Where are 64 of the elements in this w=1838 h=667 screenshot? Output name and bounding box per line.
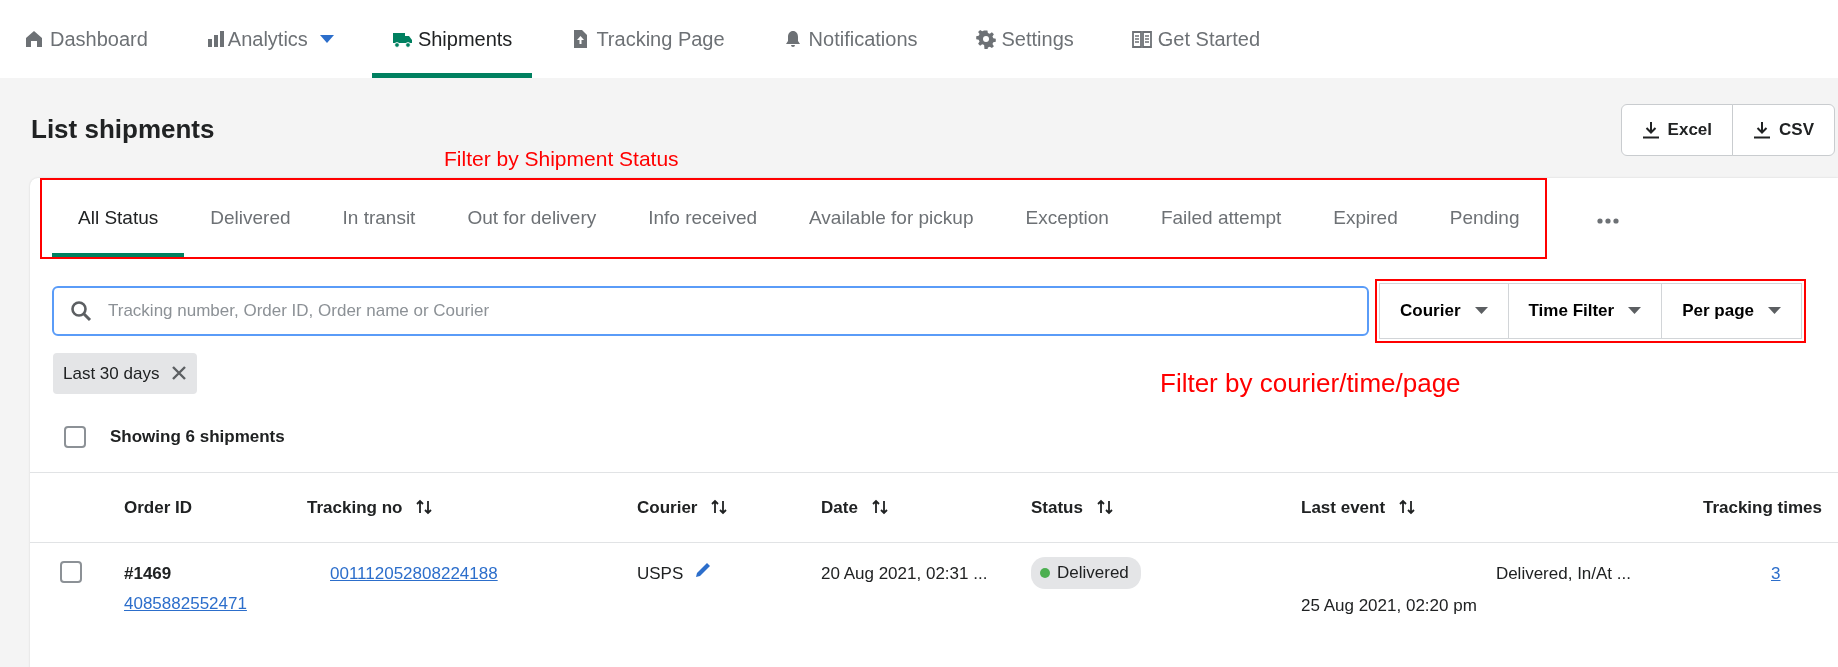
nav-tab[interactable]: Settings (955, 0, 1094, 78)
date-text: 20 Aug 2021, 02:31 ... (821, 564, 988, 583)
export-button[interactable]: CSV (1732, 104, 1835, 156)
column-header[interactable]: Courier (637, 494, 728, 520)
status-badge: Delivered (1031, 557, 1141, 589)
page-title: List shipments (31, 114, 215, 146)
sort-icon (1399, 499, 1416, 516)
last-event-time: 25 Aug 2021, 02:20 pm (1301, 594, 1478, 617)
bar-chart-icon (205, 29, 226, 49)
caret-icon (1768, 307, 1781, 315)
tracking-number-link[interactable]: 001112052808224188 (330, 564, 498, 583)
nav-tab[interactable]: Dashboard (4, 0, 168, 78)
remove-chip-button[interactable] (171, 365, 188, 382)
column-header[interactable]: Last event (1301, 494, 1416, 520)
nav-tab[interactable]: Get Started (1111, 0, 1281, 78)
tracking-times-link[interactable]: 3 (1771, 564, 1781, 583)
column-header[interactable]: Status (1031, 494, 1113, 520)
download-icon (1641, 120, 1660, 139)
close-icon (171, 365, 188, 382)
status-tab[interactable]: Out for delivery (441, 179, 623, 257)
book-icon (1131, 29, 1152, 49)
chip-label: Last 30 days (63, 362, 160, 385)
nav-tab[interactable]: Tracking Page (550, 0, 745, 78)
row-checkbox[interactable] (60, 561, 82, 583)
sort-icon (711, 499, 728, 516)
last-event-text: Delivered, In/At ... (1494, 563, 1632, 585)
sort-icon (871, 499, 888, 516)
column-header[interactable]: Order ID (124, 494, 193, 520)
caret-icon (1628, 307, 1642, 315)
annotation-text: Filter by Shipment Status (444, 145, 679, 172)
caret-icon (319, 35, 334, 43)
status-tab[interactable]: Pending (1423, 179, 1546, 257)
home-icon (24, 29, 44, 49)
download-icon (1753, 120, 1772, 139)
search-field[interactable]: Tracking number, Order ID, Order name or Courier (52, 285, 1370, 336)
order-number-link[interactable]: 4085882552471 (124, 590, 247, 616)
nav-tab[interactable]: Analytics (185, 0, 354, 78)
column-header[interactable]: Tracking no (307, 494, 433, 520)
status-tab[interactable]: Available for pickup (783, 179, 1000, 257)
checkbox[interactable] (64, 425, 86, 448)
filter-dropdown[interactable]: Time Filter (1508, 283, 1663, 339)
annotation-text: Filter by courier/time/page (1160, 366, 1461, 400)
status-tab[interactable]: Expired (1307, 179, 1424, 257)
status-tab[interactable]: All Status (52, 179, 185, 257)
filter-dropdown[interactable]: Per page (1662, 283, 1802, 339)
gear-icon (975, 29, 996, 49)
status-tab[interactable]: Delivered (184, 179, 317, 257)
filter-dropdown[interactable]: Courier (1379, 283, 1509, 339)
sort-icon (1096, 499, 1113, 516)
caret-icon (1474, 307, 1488, 315)
status-tab[interactable]: In transit (316, 179, 442, 257)
courier-name: USPS (637, 563, 684, 585)
sort-icon (416, 499, 433, 516)
column-header[interactable]: Date (821, 494, 888, 520)
status-tab[interactable]: Exception (999, 179, 1135, 257)
nav-tab[interactable]: Shipments (371, 0, 533, 78)
status-tab[interactable]: Info received (622, 179, 784, 257)
export-button[interactable]: Excel (1620, 104, 1734, 156)
order-id: #1469 (124, 563, 173, 585)
nav-tab[interactable]: Notifications (762, 0, 938, 78)
status-tab[interactable]: Failed attempt (1134, 179, 1308, 257)
more-icon (1597, 217, 1620, 224)
shipment-count: Showing 6 shipments (110, 426, 285, 448)
column-header[interactable]: Tracking times (1702, 494, 1822, 520)
